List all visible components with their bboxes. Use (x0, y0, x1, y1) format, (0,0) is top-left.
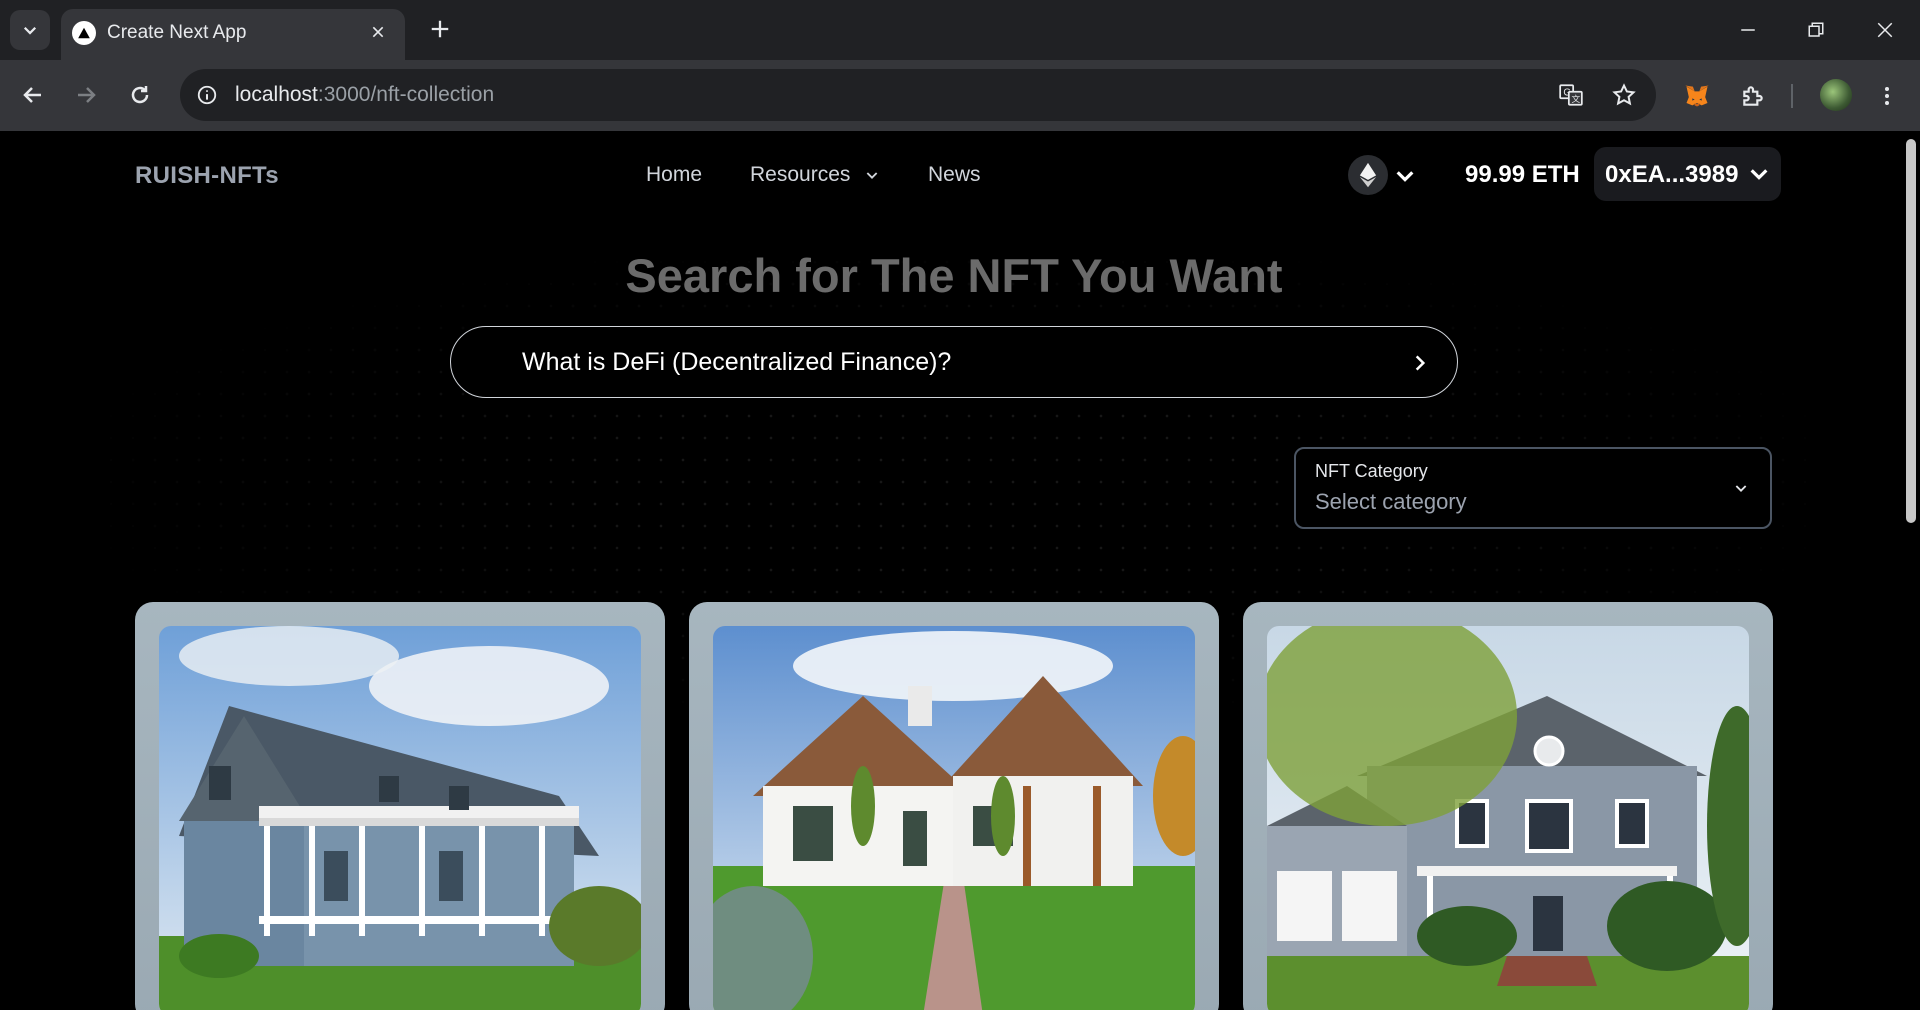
category-select-label: NFT Category (1315, 461, 1428, 481)
search-input-value: What is DeFi (Decentralized Finance)? (522, 348, 952, 376)
toolbar-divider (1791, 84, 1793, 108)
forward-button[interactable] (67, 76, 105, 114)
category-select[interactable]: NFT Category Select category (1294, 447, 1772, 529)
browser-tab[interactable]: Create Next App (61, 9, 405, 60)
reload-icon (131, 86, 149, 104)
nextjs-favicon-icon (72, 21, 96, 45)
site-logo[interactable]: RUISH-NFTs (135, 162, 279, 190)
tab-close-icon[interactable] (365, 19, 391, 45)
network-chevron-icon[interactable] (1390, 161, 1420, 191)
minimize-icon (1741, 29, 1755, 31)
chevron-down-icon (1746, 161, 1772, 187)
plus-icon (431, 20, 449, 38)
nft-image-modern-house (713, 626, 1195, 1010)
nav-home-link[interactable]: Home (646, 163, 702, 187)
account-address: 0xEA...3989 (1605, 161, 1739, 188)
page-content: RUISH-NFTs Home Resources News 99.99 ETH… (0, 131, 1920, 1010)
search-input[interactable]: What is DeFi (Decentralized Finance)? (450, 326, 1458, 398)
arrow-left-icon (23, 87, 41, 103)
nft-card[interactable] (135, 602, 665, 1010)
chevron-down-icon (23, 26, 37, 35)
url-text: localhost:3000/nft-collection (235, 83, 495, 106)
ethereum-icon (1359, 162, 1377, 188)
reload-button[interactable] (121, 76, 159, 114)
browser-toolbar: localhost:3000/nft-collection G文 (0, 60, 1920, 131)
chevron-down-icon (866, 172, 878, 180)
nav-news-link[interactable]: News (928, 163, 981, 187)
site-info-icon[interactable] (192, 80, 222, 110)
back-button[interactable] (14, 76, 52, 114)
tab-search-button[interactable] (10, 10, 50, 50)
bookmark-star-icon[interactable] (1609, 80, 1639, 110)
network-selector[interactable] (1348, 155, 1388, 195)
arrow-right-icon (78, 87, 96, 103)
account-button[interactable]: 0xEA...3989 (1594, 147, 1781, 201)
chevron-down-icon (1730, 477, 1752, 499)
svg-text:文: 文 (1572, 93, 1581, 104)
browser-tab-bar: Create Next App (0, 0, 1920, 60)
close-icon (1877, 22, 1893, 38)
minimize-button[interactable] (1728, 10, 1768, 50)
nft-card[interactable] (1243, 602, 1773, 1010)
close-window-button[interactable] (1865, 10, 1905, 50)
eth-balance: 99.99 ETH (1465, 161, 1580, 188)
more-menu-icon[interactable] (1869, 78, 1905, 114)
search-submit-icon[interactable] (1407, 350, 1433, 376)
nav-resources-label: Resources (750, 163, 851, 186)
nav-resources-link[interactable]: Resources (750, 163, 880, 187)
nft-card[interactable] (689, 602, 1219, 1010)
page-scrollbar[interactable] (1906, 139, 1916, 523)
page-title: Search for The NFT You Want (625, 249, 1283, 302)
nft-image-colonial-house (1267, 626, 1749, 1010)
restore-icon (1808, 22, 1824, 37)
translate-icon[interactable]: G文 (1556, 80, 1586, 110)
profile-avatar[interactable] (1820, 79, 1852, 111)
address-bar[interactable]: localhost:3000/nft-collection G文 (180, 69, 1656, 121)
restore-button[interactable] (1796, 10, 1836, 50)
extensions-puzzle-icon[interactable] (1735, 78, 1771, 114)
metamask-fox-icon[interactable] (1679, 78, 1715, 114)
tab-title: Create Next App (107, 22, 247, 43)
category-select-placeholder: Select category (1315, 489, 1467, 514)
nft-image-victorian-house (159, 626, 641, 1010)
new-tab-button[interactable] (425, 14, 455, 44)
